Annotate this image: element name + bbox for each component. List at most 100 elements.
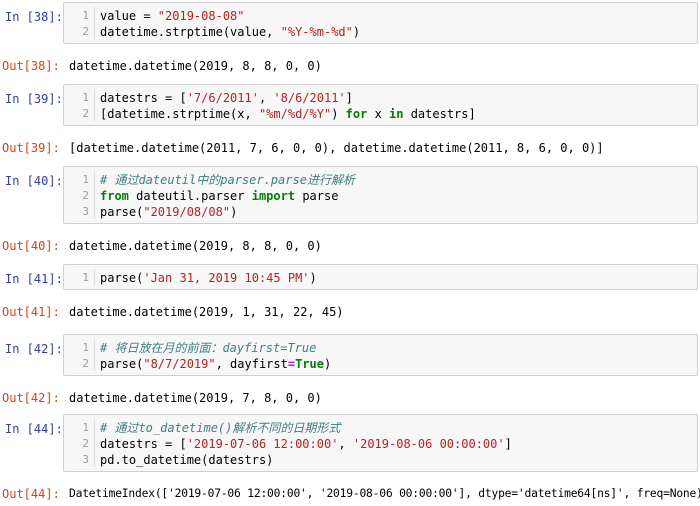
code-token: value =: [100, 9, 158, 23]
line-number: 1: [82, 421, 89, 434]
code-text: [datetime.strptime(x, "%m/%d/%Y") for x …: [100, 106, 476, 122]
line-number: 1: [82, 341, 89, 354]
code-input-area[interactable]: 1 datestrs = ['7/6/2011', '8/6/2011'] 2 [da…: [63, 84, 698, 126]
code-text: from dateutil.parser import parse: [100, 188, 338, 204]
output-prompt: Out[44]:: [2, 487, 60, 501]
line-number: 1: [82, 271, 89, 284]
line-number: 2: [82, 189, 89, 202]
input-prompt: In [39]:: [5, 92, 63, 106]
code-token: '8/6/2011': [273, 91, 346, 105]
input-prompt: In [40]:: [5, 174, 63, 188]
input-prompt: In [41]:: [5, 272, 63, 286]
notebook-cell: In [38]: 1 value = "2019-08-08" 2 datetime.s…: [0, 2, 700, 78]
code-text: datestrs = ['2019-07-06 12:00:00', '2019…: [100, 436, 512, 452]
code-token: , dayfirst: [215, 357, 288, 371]
output-prompt: Out[42]:: [2, 391, 60, 405]
notebook-cell: In [42]: 1 # 将日放在月的前面：dayfirst=True 2 parse(…: [0, 334, 700, 410]
code-line: 2 datetime.strptime(value, "%Y-%m-%d"): [64, 24, 697, 40]
code-token: "8/7/2019": [143, 357, 216, 371]
output-prompt: Out[38]:: [2, 59, 60, 73]
code-text: pd.to_datetime(datestrs): [100, 452, 273, 468]
code-token: '2019-08-06 00:00:00': [352, 437, 505, 451]
code-line: 1 # 将日放在月的前面：dayfirst=True: [64, 340, 697, 356]
code-text: parse("2019/08/08"): [100, 204, 237, 220]
notebook-cell: In [41]: 1 parse('Jan 31, 2019 10:45 PM') O…: [0, 264, 700, 324]
output-prompt: Out[40]:: [2, 239, 60, 253]
code-text: parse('Jan 31, 2019 10:45 PM'): [100, 270, 317, 286]
code-token: # 通过dateutil中的parser.parse进行解析: [100, 173, 355, 187]
notebook-cell: In [40]: 1 # 通过dateutil中的parser.parse进行解析 2…: [0, 166, 700, 258]
code-token: [datetime.strptime(x,: [100, 107, 259, 121]
code-token: datetime.strptime(value,: [100, 25, 281, 39]
code-token: parse: [295, 189, 339, 203]
code-input-area[interactable]: 1 parse('Jan 31, 2019 10:45 PM'): [63, 264, 698, 290]
code-input-area[interactable]: 1 # 通过dateutil中的parser.parse进行解析 2 from dat…: [63, 166, 698, 224]
code-token: # 将日放在月的前面：dayfirst=True: [100, 341, 317, 355]
code-token: in: [389, 107, 404, 121]
code-token: "%Y-%m-%d": [280, 25, 353, 39]
code-line: 1 parse('Jan 31, 2019 10:45 PM'): [64, 270, 697, 286]
line-number: 2: [82, 357, 89, 370]
code-input-area[interactable]: 1 # 将日放在月的前面：dayfirst=True 2 parse("8/7/201…: [63, 334, 698, 376]
code-text: # 将日放在月的前面：dayfirst=True: [100, 340, 316, 356]
code-token: import: [251, 189, 296, 203]
code-token: ,: [338, 437, 353, 451]
code-token: for: [345, 107, 368, 121]
line-number: 3: [82, 453, 89, 466]
line-number: 1: [82, 91, 89, 104]
code-token: parse(: [100, 271, 144, 285]
code-line: 1 # 通过to_datetime()解析不同的日期形式: [64, 420, 697, 436]
code-token: ): [309, 271, 317, 285]
code-text: parse("8/7/2019", dayfirst=True): [100, 356, 331, 372]
code-token: "2019/08/08": [143, 205, 231, 219]
code-token: datestrs = [: [100, 91, 187, 105]
code-token: datestrs = [: [100, 437, 187, 451]
code-line: 2 datestrs = ['2019-07-06 12:00:00', '201…: [64, 436, 697, 452]
code-token: datestrs]: [403, 107, 476, 121]
code-token: x: [367, 107, 390, 121]
line-number: 2: [82, 107, 89, 120]
code-line: 1 datestrs = ['7/6/2011', '8/6/2011']: [64, 90, 697, 106]
code-token: from: [100, 189, 129, 203]
cell-output: datetime.datetime(2019, 7, 8, 0, 0): [69, 391, 322, 405]
code-line: 3 pd.to_datetime(datestrs): [64, 452, 697, 468]
cell-output: datetime.datetime(2019, 8, 8, 0, 0): [69, 59, 322, 73]
input-prompt: In [38]:: [5, 10, 63, 24]
code-text: # 通过to_datetime()解析不同的日期形式: [100, 420, 340, 436]
code-text: # 通过dateutil中的parser.parse进行解析: [100, 172, 355, 188]
cell-output: datetime.datetime(2019, 8, 8, 0, 0): [69, 239, 322, 253]
code-line: 2 [datetime.strptime(x, "%m/%d/%Y") for x…: [64, 106, 697, 122]
code-token: 'Jan 31, 2019 10:45 PM': [143, 271, 310, 285]
output-prompt: Out[41]:: [2, 305, 60, 319]
code-token: # 通过to_datetime()解析不同的日期形式: [100, 421, 341, 435]
code-line: 1 value = "2019-08-08": [64, 8, 697, 24]
code-token: ]: [345, 91, 353, 105]
code-text: datetime.strptime(value, "%Y-%m-%d"): [100, 24, 360, 40]
code-token: ): [324, 357, 332, 371]
cell-output: [datetime.datetime(2011, 7, 6, 0, 0), da…: [69, 141, 604, 155]
cell-output: datetime.datetime(2019, 1, 31, 22, 45): [69, 305, 344, 319]
code-token: ): [230, 205, 238, 219]
code-token: parse(: [100, 205, 144, 219]
code-token: ]: [504, 437, 512, 451]
line-number: 3: [82, 205, 89, 218]
code-line: 3 parse("2019/08/08"): [64, 204, 697, 220]
cell-output: DatetimeIndex(['2019-07-06 12:00:00', '2…: [69, 487, 700, 500]
code-text: datestrs = ['7/6/2011', '8/6/2011']: [100, 90, 353, 106]
input-prompt: In [44]:: [5, 422, 63, 436]
code-token: ,: [258, 91, 274, 105]
code-line: 2 parse("8/7/2019", dayfirst=True): [64, 356, 697, 372]
code-token: ): [352, 25, 361, 39]
line-number: 2: [82, 437, 89, 450]
notebook-cell: In [44]: 1 # 通过to_datetime()解析不同的日期形式 2 date…: [0, 414, 700, 506]
input-prompt: In [42]:: [5, 342, 63, 356]
code-token: =: [287, 357, 296, 371]
code-token: '2019-07-06 12:00:00': [186, 437, 339, 451]
code-token: "%m/%d/%Y": [258, 107, 332, 121]
line-number: 1: [82, 173, 89, 186]
line-number: 1: [82, 9, 89, 22]
code-token: '7/6/2011': [186, 91, 259, 105]
code-input-area[interactable]: 1 # 通过to_datetime()解析不同的日期形式 2 datestrs = […: [63, 414, 698, 472]
code-input-area[interactable]: 1 value = "2019-08-08" 2 datetime.strptime(…: [63, 2, 698, 44]
code-text: value = "2019-08-08": [100, 8, 245, 24]
